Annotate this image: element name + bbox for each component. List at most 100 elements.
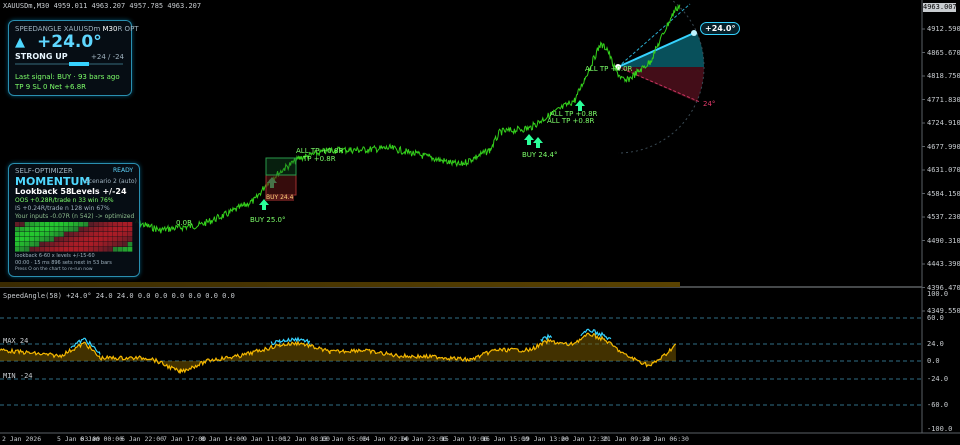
heatmap-cell	[108, 247, 113, 252]
buy-tag-1: BUY 24.4	[265, 194, 295, 201]
self-optimizer-panel[interactable]: SELF-OPTIMIZER READY MOMENTUM Scenario 2…	[8, 163, 140, 277]
heatmap-cell	[54, 237, 59, 242]
left-tp-fragment: 0.0R	[176, 219, 192, 227]
trade-risk-box	[265, 174, 297, 196]
optimizer-levels: Levels +/-24	[71, 187, 127, 196]
price-tick-label: 4865.670	[927, 48, 960, 57]
indicator-title: SpeedAngle(58) +24.0° 24.0 24.0 0.0 0.0 …	[3, 292, 235, 300]
heatmap-cell	[34, 242, 40, 247]
all-tp-label-3: ALL TP +0.0R	[585, 65, 633, 73]
heatmap-cell	[59, 237, 64, 242]
tp-label-1: TP +0.8R	[303, 155, 336, 163]
heatmap-cell	[49, 242, 54, 247]
buy-label-2: BUY 24.4°	[522, 151, 558, 159]
heatmap-cell	[93, 222, 98, 227]
heatmap-cell	[19, 242, 25, 247]
optimizer-state: READY	[113, 167, 134, 174]
heatmap-cell	[103, 232, 108, 237]
heatmap-cell	[103, 222, 108, 227]
heatmap-cell	[127, 237, 133, 242]
heatmap-cell	[15, 242, 20, 247]
heatmap-cell	[88, 247, 94, 252]
heatmap-cell	[73, 247, 79, 252]
heatmap-cell	[29, 247, 35, 252]
optimizer-range: lookback 6-60 x levels +/-15-60	[15, 253, 95, 259]
heatmap-cell	[15, 247, 20, 252]
speedangle-panel[interactable]: SPEEDANGLE XAUUSDm M30R OPT ▲ +24.0° STR…	[8, 20, 139, 96]
all-tp-label-1: ALL TP +0.8R	[296, 147, 344, 155]
heatmap-cell	[54, 227, 59, 232]
heatmap-cell	[15, 222, 20, 227]
heatmap-cell	[78, 242, 84, 247]
heatmap-cell	[29, 242, 35, 247]
heatmap-cell	[127, 242, 133, 247]
heatmap-cell	[29, 227, 35, 232]
heatmap-cell	[127, 247, 133, 252]
trading-chart[interactable]	[0, 0, 960, 445]
time-tick-label: 8 Jan 14:00	[201, 435, 245, 443]
symbol-label: XAUUSDm,M30	[3, 2, 50, 10]
heatmap-cell	[117, 247, 123, 252]
heatmap-cell	[59, 242, 64, 247]
heatmap-cell	[64, 227, 69, 232]
heatmap-cell	[88, 242, 94, 247]
heatmap-cell	[98, 222, 103, 227]
heatmap-cell	[98, 227, 103, 232]
heatmap-cell	[15, 237, 20, 242]
heatmap-cell	[117, 242, 123, 247]
heatmap-cell	[64, 222, 69, 227]
time-tick-label: 13 Jan 05:00	[320, 435, 367, 443]
heatmap-cell	[122, 237, 128, 242]
time-tick-label: 6 Jan 22:00	[121, 435, 165, 443]
max-level-label: MAX 24	[3, 337, 29, 345]
heatmap-cell	[122, 247, 128, 252]
heatmap-cell	[44, 222, 49, 227]
price-tick-label: 4724.910	[927, 119, 960, 127]
heatmap-cell	[59, 227, 64, 232]
angle-gauge-fill	[69, 62, 89, 66]
heatmap-cell	[122, 232, 128, 237]
heatmap-cell	[88, 222, 94, 227]
heatmap-cell	[59, 222, 64, 227]
heatmap-cell	[93, 227, 98, 232]
trend-status: STRONG UP	[15, 52, 68, 61]
trade-stats: TP 9 SL 0 Net +6.8R	[15, 83, 87, 91]
volume-strip	[0, 282, 680, 287]
heatmap-cell	[113, 237, 118, 242]
heatmap-cell	[113, 232, 118, 237]
heatmap-cell	[83, 242, 89, 247]
heatmap-cell	[78, 232, 84, 237]
heatmap-cell	[24, 237, 30, 242]
heatmap-cell	[49, 247, 54, 252]
time-tick-label: 14 Jan 23:00	[400, 435, 447, 443]
heatmap-cell	[34, 227, 40, 232]
heatmap-cell	[88, 237, 94, 242]
price-series	[134, 4, 681, 234]
negative-angle-label: 24°	[703, 100, 716, 108]
heatmap-cell	[24, 242, 30, 247]
indicator-tick-label: 60.0	[927, 314, 944, 322]
heatmap-cell	[83, 237, 89, 242]
heatmap-cell	[39, 247, 45, 252]
price-tick-label: 4584.150	[927, 189, 960, 198]
price-tick-label: 4490.310	[927, 236, 960, 245]
buy-arrow-icon	[533, 137, 543, 148]
heatmap-cell	[44, 237, 49, 242]
optimizer-heatmap	[15, 222, 133, 252]
heatmap-cell	[29, 222, 35, 227]
angle-tip-dot	[691, 30, 697, 36]
heatmap-cell	[93, 242, 98, 247]
angle-value: +24.0°	[37, 32, 102, 52]
heatmap-cell	[98, 242, 103, 247]
heatmap-cell	[34, 232, 40, 237]
indicator-tick-label: 24.0	[927, 340, 944, 348]
last-price-tag: 4963.007	[923, 3, 957, 12]
heatmap-cell	[127, 222, 133, 227]
heatmap-cell	[93, 237, 98, 242]
heatmap-cell	[93, 232, 98, 237]
heatmap-cell	[34, 247, 40, 252]
min-level-label: MIN -24	[3, 372, 33, 380]
heatmap-cell	[78, 247, 84, 252]
heatmap-cell	[64, 237, 69, 242]
heatmap-cell	[78, 237, 84, 242]
